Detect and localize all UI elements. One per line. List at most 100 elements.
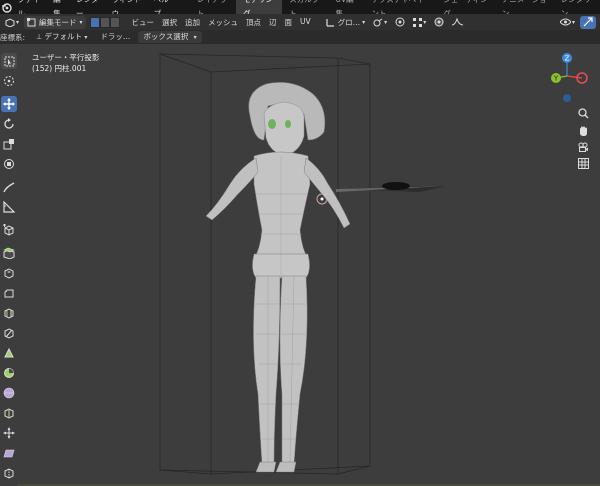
inset-icon	[4, 268, 14, 279]
camera-view-button[interactable]	[576, 140, 590, 154]
edge-slide-icon	[4, 408, 14, 419]
proportional-edit-toggle[interactable]	[431, 16, 447, 29]
bevel-icon	[4, 289, 14, 298]
bevel-tool[interactable]	[1, 285, 17, 301]
select-box-tool[interactable]	[1, 53, 17, 69]
gizmo-toggle[interactable]	[580, 15, 596, 29]
editor-type-button[interactable]: ▾	[2, 16, 22, 29]
falloff-dropdown[interactable]	[449, 16, 466, 29]
scale-icon	[3, 139, 14, 150]
visibility-dropdown[interactable]: ▾	[557, 16, 578, 29]
orientation-value: デフォルト	[44, 32, 83, 41]
menu-edge[interactable]: 辺	[265, 17, 281, 28]
face-select-icon[interactable]	[109, 16, 120, 28]
navigation-gizmo[interactable]: Z Y	[546, 50, 596, 106]
select-box-icon	[4, 56, 14, 66]
character-mesh[interactable]	[205, 82, 351, 473]
knife-tool[interactable]	[1, 325, 17, 341]
menu-view[interactable]: ビュー	[128, 17, 159, 28]
rotate-icon	[4, 118, 14, 129]
orientation-icon	[326, 18, 334, 27]
orientation-dropdown[interactable]: ⊥ デフォルト ▾	[31, 31, 92, 43]
menu-mesh[interactable]: メッシュ	[204, 17, 242, 28]
eye-icon	[559, 18, 571, 26]
orientation-label: グロ…	[337, 17, 361, 27]
transform-tool[interactable]	[1, 156, 17, 172]
blender-logo-icon[interactable]	[0, 0, 13, 14]
smooth-tool[interactable]	[1, 385, 17, 401]
edit-mode-icon	[27, 17, 36, 26]
snap-target-dropdown[interactable]: ▾	[410, 16, 429, 29]
extrude-tool[interactable]	[1, 245, 17, 261]
viewport-header: ▾ 編集モード ▾ ビュー 選択 追加 メッシュ 頂点 辺 面 UV グロ… ▾…	[0, 14, 600, 30]
gizmo-icon	[583, 17, 593, 27]
shear-icon	[3, 449, 15, 458]
drag-label: ドラッ…	[100, 32, 131, 41]
extrude-icon	[3, 247, 15, 259]
annotate-tool[interactable]	[1, 179, 17, 195]
cursor-tool[interactable]	[1, 73, 17, 89]
gizmo-y-label: Y	[553, 75, 559, 83]
vertex-select-icon[interactable]	[89, 16, 100, 28]
main-menu: ファイル 編集 レンダー ウィンドウ ヘルプ	[13, 0, 178, 18]
camera-icon	[578, 142, 588, 152]
tool-settings-bar: 座標系: ⊥ デフォルト ▾ ドラッ… ボックス選択 ▾	[0, 30, 600, 44]
hand-icon	[579, 126, 587, 136]
pivot-icon	[373, 18, 383, 26]
mode-dropdown[interactable]: 編集モード ▾	[24, 15, 86, 29]
rip-tool[interactable]	[1, 465, 17, 481]
rip-icon	[4, 468, 14, 479]
workspace-tabs: レイアウト モデリング スカルプト UV編集 テクスチャペイント シェーディング…	[190, 0, 600, 21]
annotate-icon	[3, 182, 15, 193]
snap-grid-icon	[413, 17, 423, 27]
transform-icon	[4, 159, 14, 169]
zoom-button[interactable]	[576, 106, 590, 120]
gizmo-z-label: Z	[565, 55, 570, 63]
snap-icon	[395, 17, 405, 27]
cursor-icon	[4, 76, 14, 86]
menu-face[interactable]: 面	[281, 17, 297, 28]
measure-icon	[3, 201, 15, 213]
orientation-label: 座標系:	[0, 32, 26, 42]
shear-tool[interactable]	[1, 445, 17, 461]
viewport-menus: ビュー 選択 追加 メッシュ 頂点 辺 面 UV	[128, 17, 315, 28]
loop-cut-tool[interactable]	[1, 305, 17, 321]
pan-button[interactable]	[576, 124, 590, 138]
menu-add[interactable]: 追加	[181, 17, 204, 28]
falloff-icon	[452, 18, 464, 26]
shrink-fatten-tool[interactable]	[1, 425, 17, 441]
loop-cut-icon	[4, 308, 14, 319]
viewport-scene	[18, 53, 600, 486]
smooth-icon	[3, 387, 15, 399]
add-cube-tool[interactable]	[1, 222, 17, 238]
poly-build-tool[interactable]	[1, 345, 17, 361]
inset-tool[interactable]	[1, 265, 17, 281]
knife-icon	[4, 328, 14, 339]
menu-uv[interactable]: UV	[296, 17, 315, 28]
menu-select[interactable]: 選択	[158, 17, 181, 28]
measure-tool[interactable]	[1, 199, 17, 215]
pivot-dropdown[interactable]: ▾	[370, 16, 390, 29]
transform-orientation-dropdown[interactable]: グロ… ▾	[323, 16, 369, 29]
menu-vertex[interactable]: 頂点	[242, 17, 265, 28]
select-mode-toggle	[89, 16, 120, 28]
zoom-icon	[577, 107, 588, 118]
mode-label: 編集モード	[39, 17, 77, 27]
spin-tool[interactable]	[1, 365, 17, 381]
add-cube-icon	[3, 224, 14, 236]
drag-dropdown[interactable]: ボックス選択 ▾	[138, 31, 202, 43]
scale-tool[interactable]	[1, 136, 17, 152]
spin-icon	[4, 368, 14, 378]
ortho-toggle-button[interactable]	[576, 156, 590, 170]
proportional-edit-icon	[434, 17, 444, 27]
editor-type-icon	[5, 17, 15, 27]
shrink-fatten-icon	[3, 427, 15, 439]
move-tool[interactable]	[1, 96, 17, 112]
edge-slide-tool[interactable]	[1, 405, 17, 421]
grid-icon	[577, 157, 589, 169]
top-menu-bar: ファイル 編集 レンダー ウィンドウ ヘルプ レイアウト モデリング スカルプト…	[0, 0, 600, 21]
rotate-tool[interactable]	[1, 116, 17, 132]
edge-select-icon[interactable]	[99, 16, 110, 28]
3d-viewport[interactable]: ユーザー・平行投影 (152) 円柱.001 Z Y	[18, 44, 600, 486]
snap-toggle[interactable]	[392, 16, 408, 29]
